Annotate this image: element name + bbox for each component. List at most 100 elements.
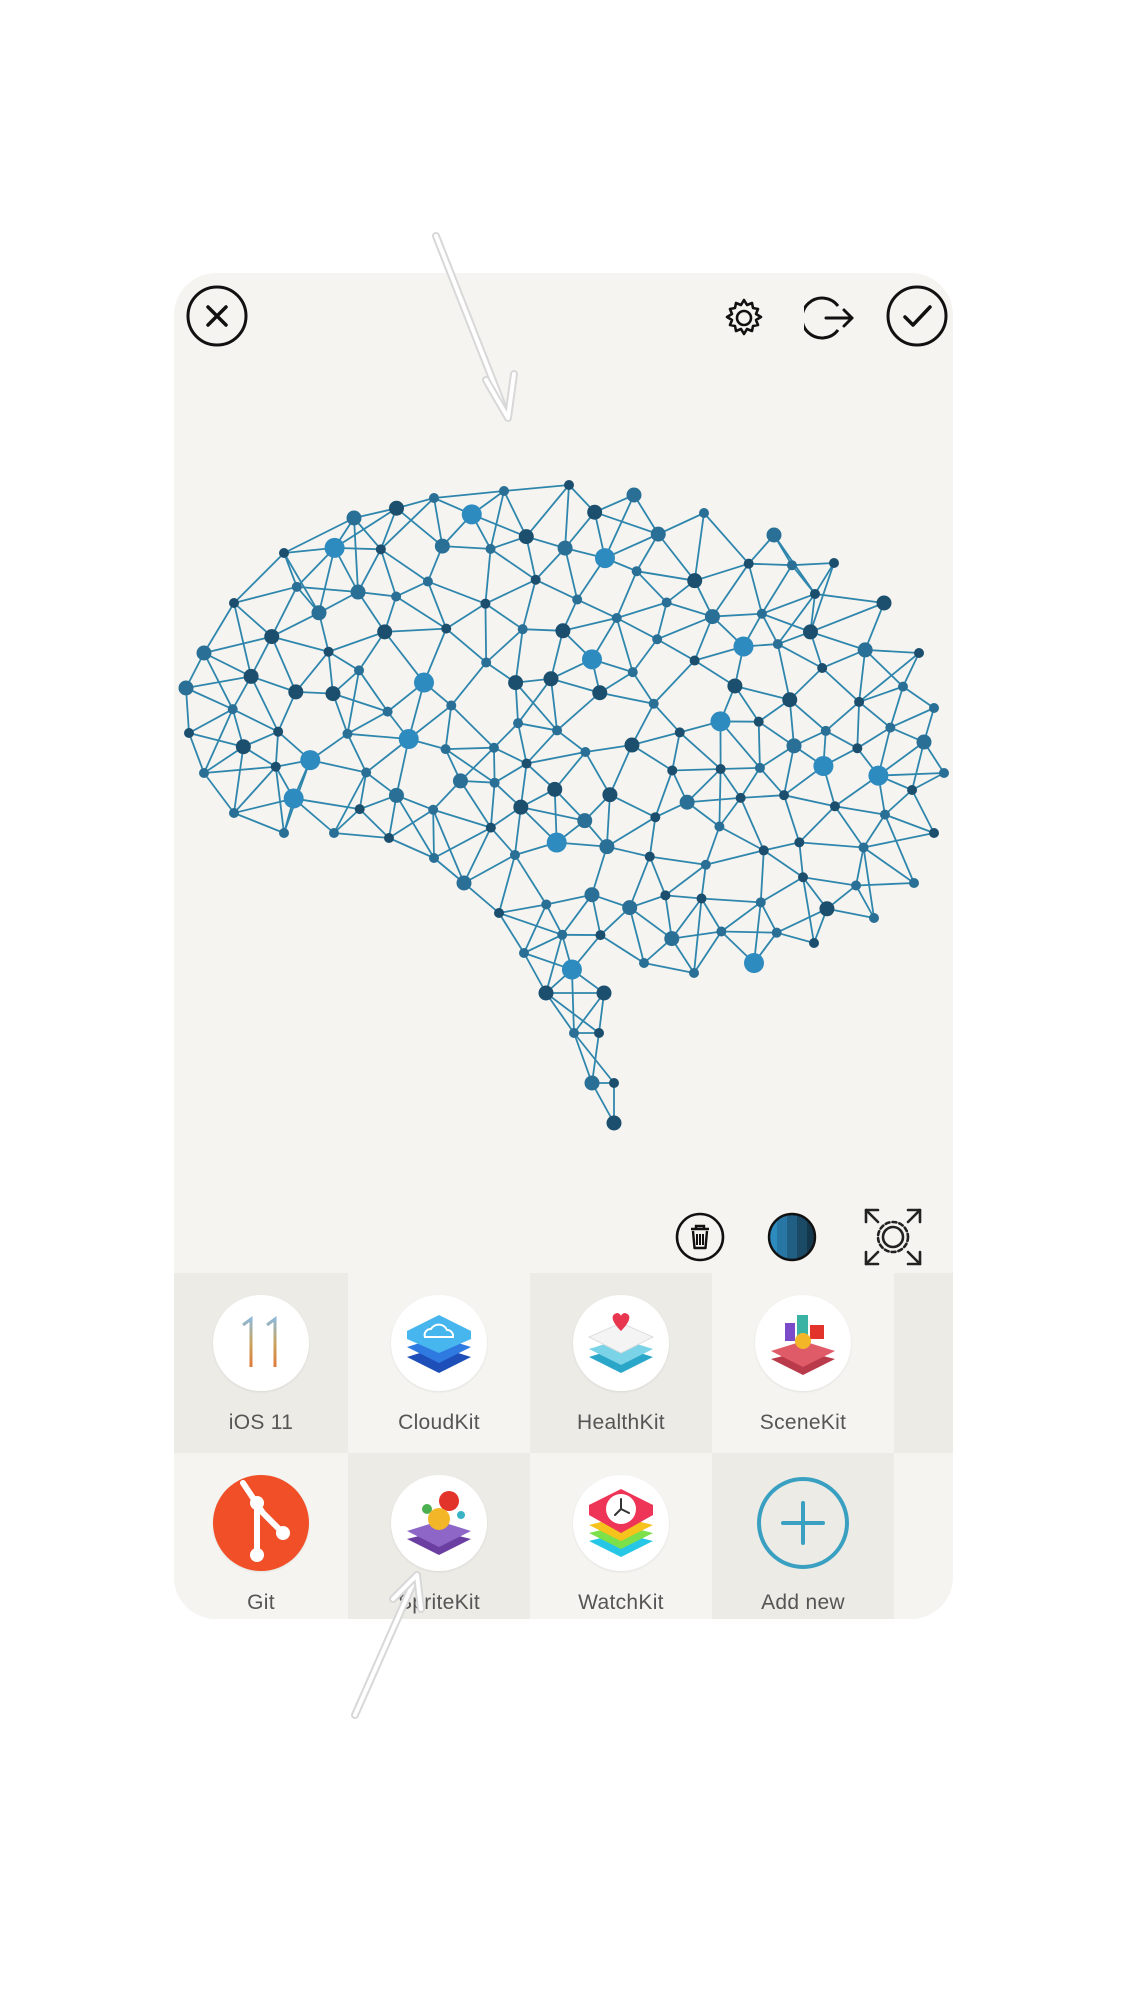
brain-node[interactable] [766, 527, 782, 543]
brain-node[interactable] [509, 849, 520, 860]
brain-node[interactable] [755, 897, 766, 908]
brain-node[interactable] [494, 908, 504, 918]
brain-node[interactable] [735, 792, 746, 803]
brain-node[interactable] [782, 692, 798, 708]
brain-node[interactable] [689, 655, 700, 666]
app-tile-healthkit[interactable]: HealthKit [530, 1273, 712, 1453]
brain-node[interactable] [876, 595, 892, 611]
settings-button[interactable] [722, 296, 766, 340]
brain-node[interactable] [513, 718, 524, 729]
brain-node[interactable] [627, 667, 638, 678]
brain-node[interactable] [564, 480, 574, 490]
brain-node[interactable] [939, 768, 949, 778]
brain-node[interactable] [679, 794, 695, 810]
brain-node[interactable] [519, 948, 529, 958]
brain-node[interactable] [868, 765, 889, 786]
brain-node[interactable] [552, 725, 563, 736]
brain-node[interactable] [772, 639, 783, 650]
brain-node[interactable] [584, 887, 600, 903]
brain-node[interactable] [897, 681, 908, 692]
brain-node[interactable] [599, 839, 615, 855]
fit-screen-button[interactable] [862, 1206, 924, 1268]
brain-node[interactable] [609, 1078, 619, 1088]
brain-node[interactable] [557, 540, 573, 556]
brain-node[interactable] [518, 529, 534, 545]
brain-node[interactable] [569, 1028, 579, 1038]
brain-node[interactable] [802, 624, 818, 640]
brain-node[interactable] [428, 804, 439, 815]
brain-node[interactable] [587, 504, 603, 520]
brain-node[interactable] [631, 566, 642, 577]
brain-node[interactable] [270, 761, 281, 772]
brain-node[interactable] [813, 756, 834, 777]
brain-node[interactable] [346, 510, 362, 526]
brain-node[interactable] [650, 526, 666, 542]
brain-node[interactable] [622, 900, 638, 916]
brain-node[interactable] [199, 768, 209, 778]
brain-node[interactable] [733, 636, 754, 657]
brain-node[interactable] [580, 747, 591, 758]
brain-node[interactable] [650, 812, 661, 823]
brain-node[interactable] [196, 645, 212, 661]
brain-node[interactable] [323, 646, 334, 657]
brain-node[interactable] [300, 750, 321, 771]
brain-node[interactable] [916, 734, 932, 750]
brain-node[interactable] [227, 704, 238, 715]
brain-node[interactable] [758, 845, 769, 856]
brain-node[interactable] [229, 808, 239, 818]
brain-node[interactable] [710, 711, 731, 732]
brain-node[interactable] [852, 743, 863, 754]
brain-node[interactable] [602, 787, 618, 803]
brain-node[interactable] [513, 799, 529, 815]
brain-node[interactable] [485, 543, 496, 554]
brain-node[interactable] [577, 813, 593, 829]
brain-node[interactable] [375, 544, 386, 555]
brain-node[interactable] [517, 624, 528, 635]
brain-node[interactable] [664, 931, 680, 947]
brain-node[interactable] [389, 500, 405, 516]
brain-node[interactable] [273, 726, 284, 737]
brain-network-illustration[interactable] [174, 423, 953, 1403]
brain-node[interactable] [329, 828, 339, 838]
brain-node[interactable] [235, 739, 251, 755]
brain-node[interactable] [350, 584, 366, 600]
brain-node[interactable] [743, 558, 754, 569]
brain-node[interactable] [606, 1115, 622, 1131]
brain-node[interactable] [869, 913, 879, 923]
brain-node[interactable] [594, 548, 615, 569]
brain-node[interactable] [264, 629, 280, 645]
brain-node[interactable] [652, 634, 663, 645]
brain-node[interactable] [391, 591, 402, 602]
brain-node[interactable] [354, 665, 365, 676]
brain-node[interactable] [291, 581, 302, 592]
brain-node[interactable] [283, 788, 304, 809]
close-button[interactable] [186, 285, 248, 347]
brain-node[interactable] [687, 573, 703, 589]
brain-node[interactable] [929, 828, 939, 838]
app-tile-scenekit[interactable]: SceneKit [712, 1273, 894, 1453]
brain-node[interactable] [674, 727, 685, 738]
app-tile-git[interactable]: Git [174, 1453, 348, 1619]
brain-node[interactable] [704, 609, 720, 625]
brain-node[interactable] [644, 851, 655, 862]
brain-node[interactable] [555, 623, 571, 639]
brain-node[interactable] [696, 893, 707, 904]
brain-node[interactable] [456, 875, 472, 891]
brain-node[interactable] [754, 762, 765, 773]
brain-node[interactable] [446, 700, 457, 711]
brain-node[interactable] [857, 642, 873, 658]
export-button[interactable] [804, 294, 856, 342]
brain-node[interactable] [377, 624, 393, 640]
brain-node[interactable] [229, 598, 239, 608]
app-tile-ios11[interactable]: iOS 11 [174, 1273, 348, 1453]
confirm-button[interactable] [886, 285, 948, 347]
brain-node[interactable] [429, 493, 439, 503]
brain-node[interactable] [398, 729, 419, 750]
brain-node[interactable] [413, 672, 434, 693]
brain-node[interactable] [547, 781, 563, 797]
brain-node[interactable] [661, 597, 672, 608]
brain-node[interactable] [461, 504, 482, 525]
brain-node[interactable] [639, 958, 649, 968]
brain-node[interactable] [178, 680, 194, 696]
brain-node[interactable] [794, 837, 805, 848]
